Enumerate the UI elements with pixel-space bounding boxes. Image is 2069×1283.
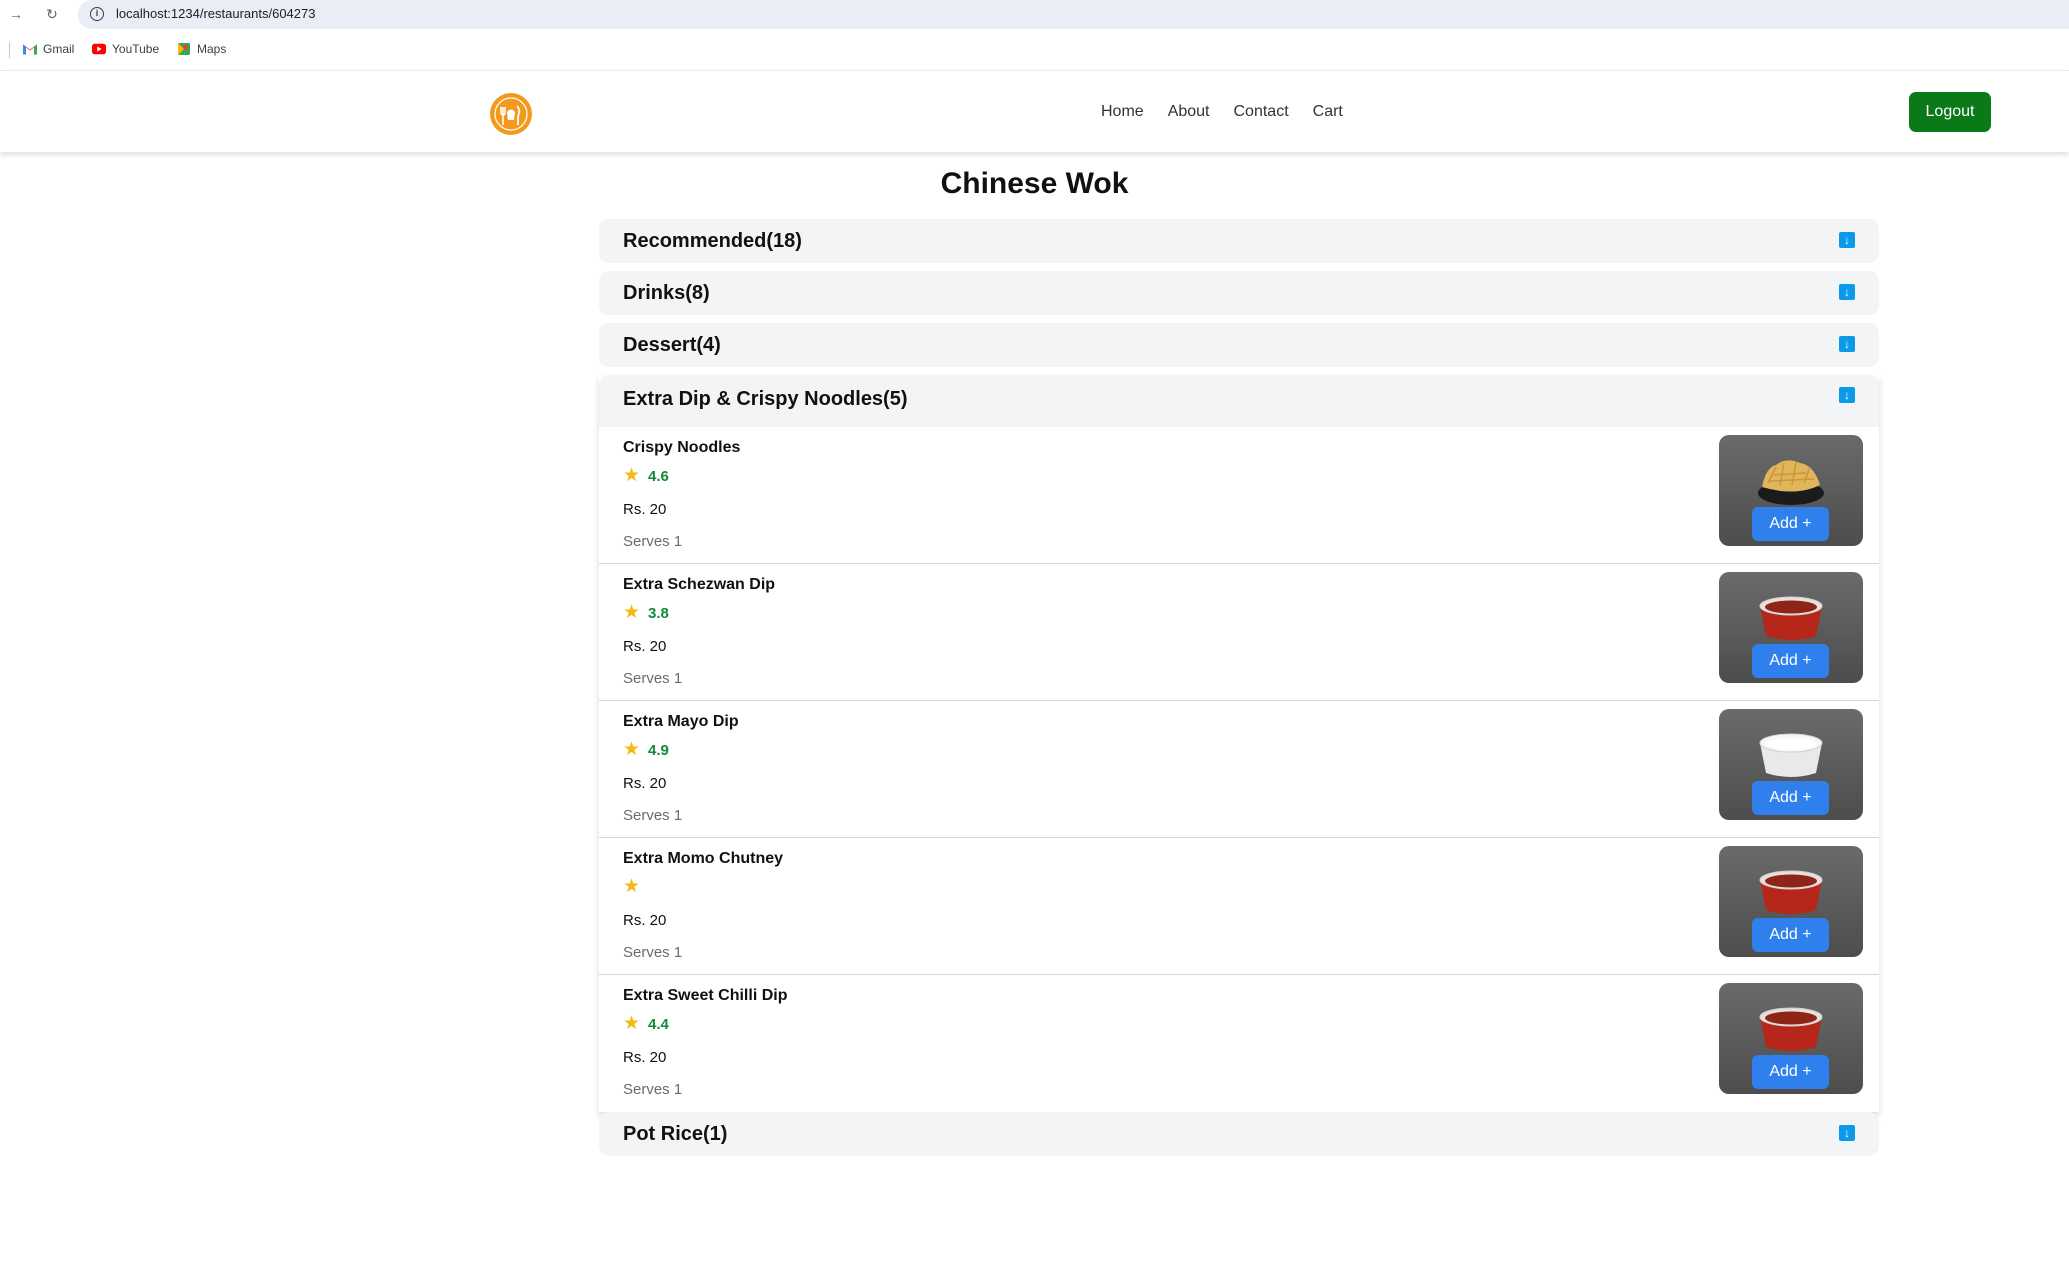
nav-about[interactable]: About bbox=[1168, 103, 1210, 121]
arrow-down-icon[interactable]: ↓ bbox=[1839, 232, 1855, 248]
item-rating: ★ 4.9 bbox=[623, 740, 669, 760]
item-rating: ★ 4.4 bbox=[623, 1014, 669, 1034]
item-price: Rs. 20 bbox=[623, 912, 667, 929]
item-serves: Serves 1 bbox=[623, 944, 683, 961]
item-image: Add + bbox=[1719, 983, 1863, 1094]
item-rating: ★ bbox=[623, 877, 648, 897]
logo-icon[interactable] bbox=[490, 93, 532, 135]
bookmark-gmail[interactable]: Gmail bbox=[23, 42, 74, 56]
item-serves: Serves 1 bbox=[623, 533, 683, 550]
accordion-header[interactable]: Pot Rice(1) ↓ bbox=[599, 1112, 1879, 1156]
category-title: Extra Dip & Crispy Noodles(5) bbox=[623, 388, 908, 410]
item-name: Extra Schezwan Dip bbox=[623, 576, 776, 593]
bookmark-youtube[interactable]: YouTube bbox=[92, 42, 159, 56]
item-rating: ★ 3.8 bbox=[623, 603, 669, 623]
nav-cart[interactable]: Cart bbox=[1313, 103, 1343, 121]
item-name: Extra Momo Chutney bbox=[623, 850, 784, 867]
item-image: Add + bbox=[1719, 435, 1863, 546]
arrow-down-icon[interactable]: ↓ bbox=[1839, 1125, 1855, 1141]
category-title: Recommended(18) bbox=[623, 230, 802, 252]
main-nav: Home About Contact Cart bbox=[1101, 103, 1343, 121]
category-pot-rice: Pot Rice(1) ↓ bbox=[599, 1112, 1879, 1156]
rating-value: 3.8 bbox=[648, 604, 669, 622]
bookmarks-divider bbox=[9, 42, 10, 58]
menu-item: Extra Mayo Dip ★ 4.9 Rs. 20 Serves 1 Add + bbox=[599, 701, 1879, 838]
bookmark-label: Gmail bbox=[43, 42, 75, 56]
maps-icon bbox=[178, 43, 190, 55]
logout-button[interactable]: Logout bbox=[1909, 92, 1991, 132]
category-title: Pot Rice(1) bbox=[623, 1123, 728, 1145]
food-image bbox=[1759, 733, 1823, 777]
menu-item: Crispy Noodles ★ 4.6 Rs. 20 Serves 1 Add + bbox=[599, 427, 1879, 564]
reload-icon[interactable]: ↻ bbox=[44, 6, 60, 22]
gmail-icon bbox=[23, 44, 37, 55]
item-name: Extra Sweet Chilli Dip bbox=[623, 987, 788, 1004]
menu-item: Extra Schezwan Dip ★ 3.8 Rs. 20 Serves 1 Add … bbox=[599, 564, 1879, 701]
add-to-cart-button[interactable]: Add + bbox=[1752, 644, 1829, 678]
food-image bbox=[1759, 1007, 1823, 1051]
category-drinks: Drinks(8) ↓ bbox=[599, 271, 1879, 315]
category-title: Drinks(8) bbox=[623, 282, 710, 304]
accordion-header[interactable]: Drinks(8) ↓ bbox=[599, 271, 1879, 315]
menu-item: Extra Sweet Chilli Dip ★ 4.4 Rs. 20 Serves 1… bbox=[599, 975, 1879, 1112]
nav-contact[interactable]: Contact bbox=[1234, 103, 1289, 121]
category-dessert: Dessert(4) ↓ bbox=[599, 323, 1879, 367]
youtube-icon bbox=[92, 43, 106, 55]
star-icon: ★ bbox=[623, 465, 641, 486]
arrow-down-icon[interactable]: ↓ bbox=[1839, 336, 1855, 352]
rating-value: 4.6 bbox=[648, 467, 669, 485]
app-header: Home About Contact Cart Logout bbox=[0, 70, 2069, 152]
star-icon: ★ bbox=[623, 739, 641, 760]
star-icon: ★ bbox=[623, 876, 641, 897]
item-serves: Serves 1 bbox=[623, 670, 683, 687]
accordion-header[interactable]: Dessert(4) ↓ bbox=[599, 323, 1879, 367]
add-to-cart-button[interactable]: Add + bbox=[1752, 1055, 1829, 1089]
accordion-header[interactable]: Extra Dip & Crispy Noodles(5) ↓ bbox=[599, 375, 1879, 427]
item-name: Crispy Noodles bbox=[623, 439, 741, 456]
rating-value: 4.9 bbox=[648, 741, 669, 759]
add-to-cart-button[interactable]: Add + bbox=[1752, 507, 1829, 541]
item-image: Add + bbox=[1719, 846, 1863, 957]
add-to-cart-button[interactable]: Add + bbox=[1752, 918, 1829, 952]
item-rating: ★ 4.6 bbox=[623, 466, 669, 486]
site-info-icon[interactable]: i bbox=[90, 7, 104, 21]
item-price: Rs. 20 bbox=[623, 1049, 667, 1066]
browser-toolbar: → ↻ i localhost:1234/restaurants/604273 bbox=[0, 0, 2069, 29]
category-recommended: Recommended(18) ↓ bbox=[599, 219, 1879, 263]
nav-home[interactable]: Home bbox=[1101, 103, 1144, 121]
item-price: Rs. 20 bbox=[623, 638, 667, 655]
restaurant-title: Chinese Wok bbox=[940, 167, 1129, 200]
menu-item-list: Crispy Noodles ★ 4.6 Rs. 20 Serves 1 Add + Ext… bbox=[599, 427, 1879, 1112]
item-name: Extra Mayo Dip bbox=[623, 713, 739, 730]
item-price: Rs. 20 bbox=[623, 775, 667, 792]
item-serves: Serves 1 bbox=[623, 807, 683, 824]
url-text: localhost:1234/restaurants/604273 bbox=[116, 6, 316, 21]
food-image bbox=[1759, 870, 1823, 914]
category-title: Dessert(4) bbox=[623, 334, 721, 356]
add-to-cart-button[interactable]: Add + bbox=[1752, 781, 1829, 815]
food-image bbox=[1758, 460, 1824, 505]
star-icon: ★ bbox=[623, 602, 641, 623]
item-price: Rs. 20 bbox=[623, 501, 667, 518]
accordion-header[interactable]: Recommended(18) ↓ bbox=[599, 219, 1879, 263]
arrow-down-icon[interactable]: ↓ bbox=[1839, 284, 1855, 300]
bookmark-label: Maps bbox=[197, 42, 227, 56]
forward-arrow-icon[interactable]: → bbox=[8, 6, 24, 22]
rating-value: 4.4 bbox=[648, 1015, 669, 1033]
menu-item: Extra Momo Chutney ★ Rs. 20 Serves 1 Add + bbox=[599, 838, 1879, 975]
bookmark-label: YouTube bbox=[112, 42, 160, 56]
item-image: Add + bbox=[1719, 709, 1863, 820]
item-serves: Serves 1 bbox=[623, 1081, 683, 1098]
arrow-down-icon[interactable]: ↓ bbox=[1839, 387, 1855, 403]
bookmark-maps[interactable]: Maps bbox=[177, 42, 226, 56]
food-image bbox=[1759, 596, 1823, 640]
address-bar[interactable]: i localhost:1234/restaurants/604273 bbox=[78, 0, 2069, 29]
star-icon: ★ bbox=[623, 1013, 641, 1034]
category-extra-dip: Extra Dip & Crispy Noodles(5) ↓ Crispy N… bbox=[599, 375, 1879, 1112]
item-image: Add + bbox=[1719, 572, 1863, 683]
